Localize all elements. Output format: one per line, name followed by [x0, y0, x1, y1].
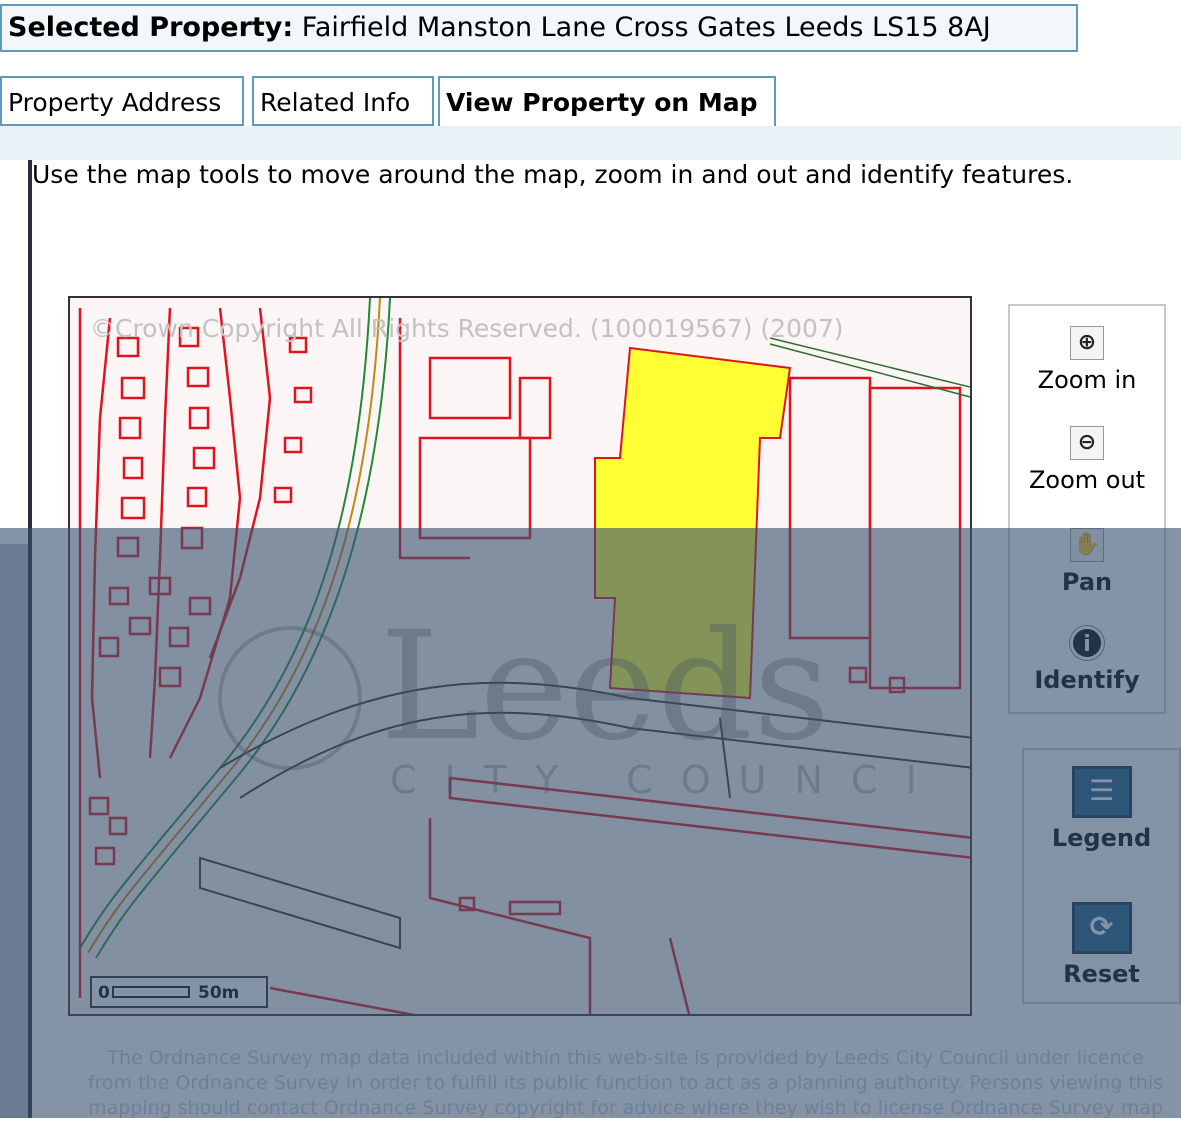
left-gutter: [0, 544, 28, 1118]
scale-start-label: 0: [98, 983, 110, 1003]
tab-strip: [0, 126, 1181, 160]
map-tools-panel: ⊕ Zoom in ⊖ Zoom out ✋ Pan i Identify: [1008, 304, 1166, 714]
map-viewport[interactable]: ©Crown Copyright All Rights Reserved. (1…: [68, 296, 972, 1016]
selected-property-bar: Selected Property: Fairfield Manston Lan…: [0, 4, 1078, 52]
scale-line: [112, 986, 190, 998]
map-image: [70, 298, 970, 1014]
zoom-in-tool[interactable]: ⊕ Zoom in: [1010, 326, 1164, 394]
pan-tool[interactable]: ✋ Pan: [1010, 528, 1164, 596]
map-instructions: Use the map tools to move around the map…: [32, 160, 1074, 189]
ordnance-survey-disclaimer: The Ordnance Survey map data included wi…: [70, 1046, 1181, 1121]
reset-icon: ⟳: [1071, 902, 1132, 954]
legend-button[interactable]: ☰ Legend: [1024, 766, 1179, 852]
disclaimer-line: from the Ordnance Survey in order to ful…: [87, 1072, 1164, 1094]
tab-property-address[interactable]: Property Address: [0, 76, 244, 126]
tab-related-info[interactable]: Related Info: [252, 76, 434, 126]
tab-view-property-on-map[interactable]: View Property on Map: [438, 76, 776, 126]
identify-tool[interactable]: i Identify: [1010, 626, 1164, 694]
legend-label: Legend: [1051, 824, 1152, 852]
pan-hand-icon: ✋: [1070, 528, 1104, 562]
selected-property-label: Selected Property:: [8, 12, 294, 43]
zoom-out-label: Zoom out: [1028, 466, 1146, 494]
legend-icon: ☰: [1071, 766, 1132, 818]
info-icon: i: [1070, 626, 1104, 660]
map-copyright-notice: ©Crown Copyright All Rights Reserved. (1…: [90, 314, 844, 343]
zoom-in-label: Zoom in: [1037, 366, 1137, 394]
identify-label: Identify: [1034, 666, 1140, 694]
map-scale-bar: 0 50m: [90, 976, 268, 1008]
zoom-out-icon: ⊖: [1070, 426, 1104, 460]
zoom-out-tool[interactable]: ⊖ Zoom out: [1010, 426, 1164, 494]
reset-label: Reset: [1063, 960, 1140, 988]
selected-property-address: Fairfield Manston Lane Cross Gates Leeds…: [301, 12, 991, 43]
disclaimer-line: The Ordnance Survey map data included wi…: [107, 1047, 1144, 1069]
map-actions-panel: ☰ Legend ⟳ Reset: [1022, 748, 1181, 1004]
scale-end-label: 50m: [198, 983, 240, 1003]
disclaimer-line: mapping should contact Ordnance Survey c…: [88, 1097, 1163, 1119]
zoom-in-icon: ⊕: [1070, 326, 1104, 360]
reset-button[interactable]: ⟳ Reset: [1024, 902, 1179, 988]
pan-label: Pan: [1061, 568, 1113, 596]
